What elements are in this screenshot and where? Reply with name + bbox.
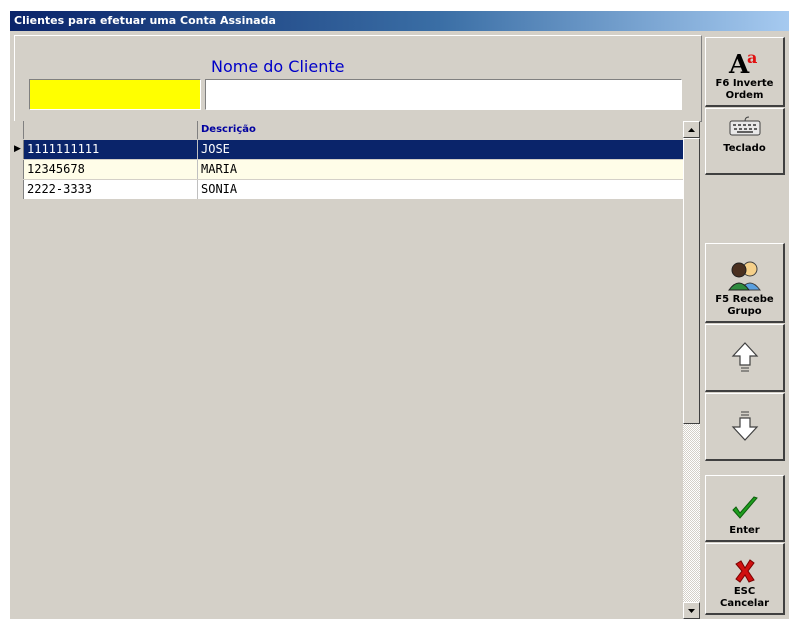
scroll-down-arrow-icon (688, 608, 695, 613)
row-indicator-icon: ▶ (12, 140, 24, 159)
move-up-button[interactable] (705, 324, 785, 392)
client-code-cell[interactable]: 2222-3333 (24, 180, 198, 199)
client-name-label: Nome do Cliente (211, 57, 345, 76)
receive-group-label-line1: F5 Recebe (715, 294, 774, 305)
column-header-code[interactable] (24, 121, 198, 139)
x-icon (732, 558, 758, 584)
font-size-icon: A a (727, 48, 763, 76)
cancel-label-line1: ESC (733, 586, 756, 597)
row-indicator (12, 160, 24, 179)
scroll-up-button[interactable] (683, 121, 700, 138)
enter-label: Enter (729, 525, 760, 536)
scroll-thumb[interactable] (683, 138, 700, 424)
invert-order-label-line2: Ordem (725, 90, 764, 101)
row-indicator (12, 180, 24, 199)
client-code-cell[interactable]: 12345678 (24, 160, 198, 179)
keyboard-label: Teclado (723, 143, 766, 154)
table-row[interactable]: 12345678 MARIA (12, 160, 683, 179)
receive-group-label-line2: Grupo (727, 306, 762, 317)
client-code-cell[interactable]: 1111111111 (24, 140, 198, 159)
client-code-input[interactable] (29, 79, 201, 110)
client-selection-window: Clientes para efetuar uma Conta Assinada… (10, 11, 789, 619)
receive-group-button[interactable]: F5 Recebe Grupo (705, 243, 785, 323)
checkmark-icon (730, 495, 760, 523)
invert-order-button[interactable]: A a F6 Inverte Ordem (705, 37, 785, 107)
client-description-cell[interactable]: SONIA (198, 180, 683, 199)
move-down-button[interactable] (705, 393, 785, 461)
cancel-button[interactable]: ESC Cancelar (705, 543, 785, 615)
arrow-down-icon (730, 409, 760, 443)
grid-header: Descrição (12, 121, 683, 139)
clients-grid: Descrição ▶ 1111111111 JOSE 12345678 MAR… (12, 121, 683, 619)
keyboard-button[interactable]: Teclado (705, 108, 785, 175)
scroll-up-arrow-icon (688, 127, 695, 132)
row-indicator-header (12, 121, 24, 139)
cancel-label-line2: Cancelar (719, 598, 770, 609)
keyboard-icon (728, 115, 762, 137)
window-title: Clientes para efetuar uma Conta Assinada (10, 11, 789, 31)
scroll-down-button[interactable] (683, 602, 700, 619)
table-row[interactable]: ▶ 1111111111 JOSE (12, 140, 683, 159)
enter-button[interactable]: Enter (705, 475, 785, 542)
filter-panel: Nome do Cliente (14, 35, 702, 122)
svg-text:a: a (747, 48, 757, 67)
client-description-cell[interactable]: MARIA (198, 160, 683, 179)
client-description-cell[interactable]: JOSE (198, 140, 683, 159)
client-name-input[interactable] (205, 79, 682, 110)
column-header-description[interactable]: Descrição (198, 121, 683, 139)
arrow-up-icon (730, 340, 760, 374)
people-icon (727, 258, 763, 292)
invert-order-label-line1: F6 Inverte (715, 78, 774, 89)
table-row[interactable]: 2222-3333 SONIA (12, 180, 683, 199)
grid-vertical-scrollbar[interactable] (683, 121, 700, 619)
